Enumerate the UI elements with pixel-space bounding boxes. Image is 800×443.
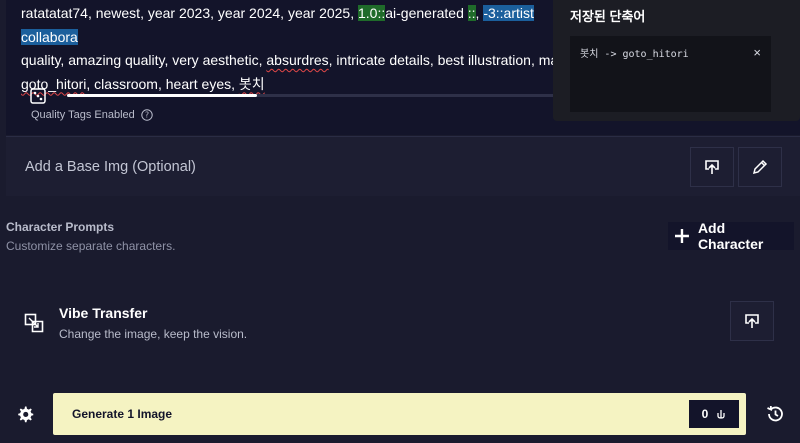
help-icon[interactable]: ? — [141, 109, 153, 121]
vibe-transfer-section: Vibe Transfer Change the image, keep the… — [6, 287, 800, 357]
shortcut-entry[interactable]: 봇치 -> goto_hitori — [580, 45, 689, 60]
prompt-misspelled-word: absurdres — [266, 52, 329, 68]
plus-icon — [674, 229, 689, 243]
anlas-cost-badge: 0 — [689, 400, 739, 428]
close-icon[interactable]: × — [753, 45, 761, 60]
prompt-weight-highlight: :: — [467, 5, 476, 21]
prompt-weight-highlight: 1.0:: — [358, 5, 386, 21]
draw-base-image-button[interactable] — [738, 147, 782, 187]
prompt-korean-word: 봇치 — [238, 75, 265, 92]
vibe-transfer-subtitle: Change the image, keep the vision. — [59, 327, 248, 341]
quality-tags-label: Quality Tags Enabled — [31, 109, 135, 121]
add-character-label: Add Character — [697, 220, 764, 252]
vibe-transfer-title: Vibe Transfer — [59, 305, 148, 321]
slider-fill — [67, 94, 257, 97]
dice-icon[interactable] — [30, 88, 46, 104]
prompt-segment: quality, amazing quality, very aesthetic… — [21, 52, 267, 68]
prompt-segment: , classroom, heart eyes, — [86, 75, 239, 92]
character-prompts-title: Character Prompts — [6, 220, 115, 234]
prompt-segment: ai-generated — [385, 5, 468, 21]
quality-tags-toggle[interactable]: Quality Tags Enabled ? — [31, 109, 153, 121]
upload-base-image-button[interactable] — [690, 147, 734, 187]
shortcut-list: 봇치 -> goto_hitori × — [570, 36, 771, 112]
prompt-segment: ratatatat74, newest, year 2023, year 202… — [21, 5, 358, 21]
base-image-section: Add a Base Img (Optional) — [6, 136, 800, 196]
anlas-cost-value: 0 — [701, 407, 709, 421]
upload-vibe-image-button[interactable] — [730, 301, 774, 341]
generate-button[interactable]: Generate 1 Image 0 — [53, 393, 746, 435]
vibe-transfer-icon — [24, 313, 44, 333]
svg-text:?: ? — [145, 111, 149, 120]
upload-icon — [705, 160, 719, 174]
prompt-strength-slider[interactable] — [67, 94, 567, 97]
upload-icon — [745, 314, 759, 328]
generate-label: Generate 1 Image — [72, 407, 173, 421]
history-icon[interactable] — [765, 404, 785, 424]
prompt-segment: , intricate details, best illustration, … — [328, 52, 570, 68]
base-image-label: Add a Base Img (Optional) — [25, 159, 196, 175]
saved-shortcuts-title: 저장된 단축어 — [570, 9, 646, 24]
character-prompts-subtitle: Customize separate characters. — [6, 239, 176, 253]
prompt-text[interactable]: ratatatat74, newest, year 2023, year 202… — [21, 2, 581, 96]
gear-icon[interactable] — [16, 405, 34, 423]
anlas-icon — [717, 410, 725, 419]
add-character-button[interactable]: Add Character — [668, 220, 794, 252]
saved-shortcuts-popup: 저장된 단축어 봇치 -> goto_hitori × — [553, 0, 800, 121]
pencil-icon — [752, 159, 768, 175]
